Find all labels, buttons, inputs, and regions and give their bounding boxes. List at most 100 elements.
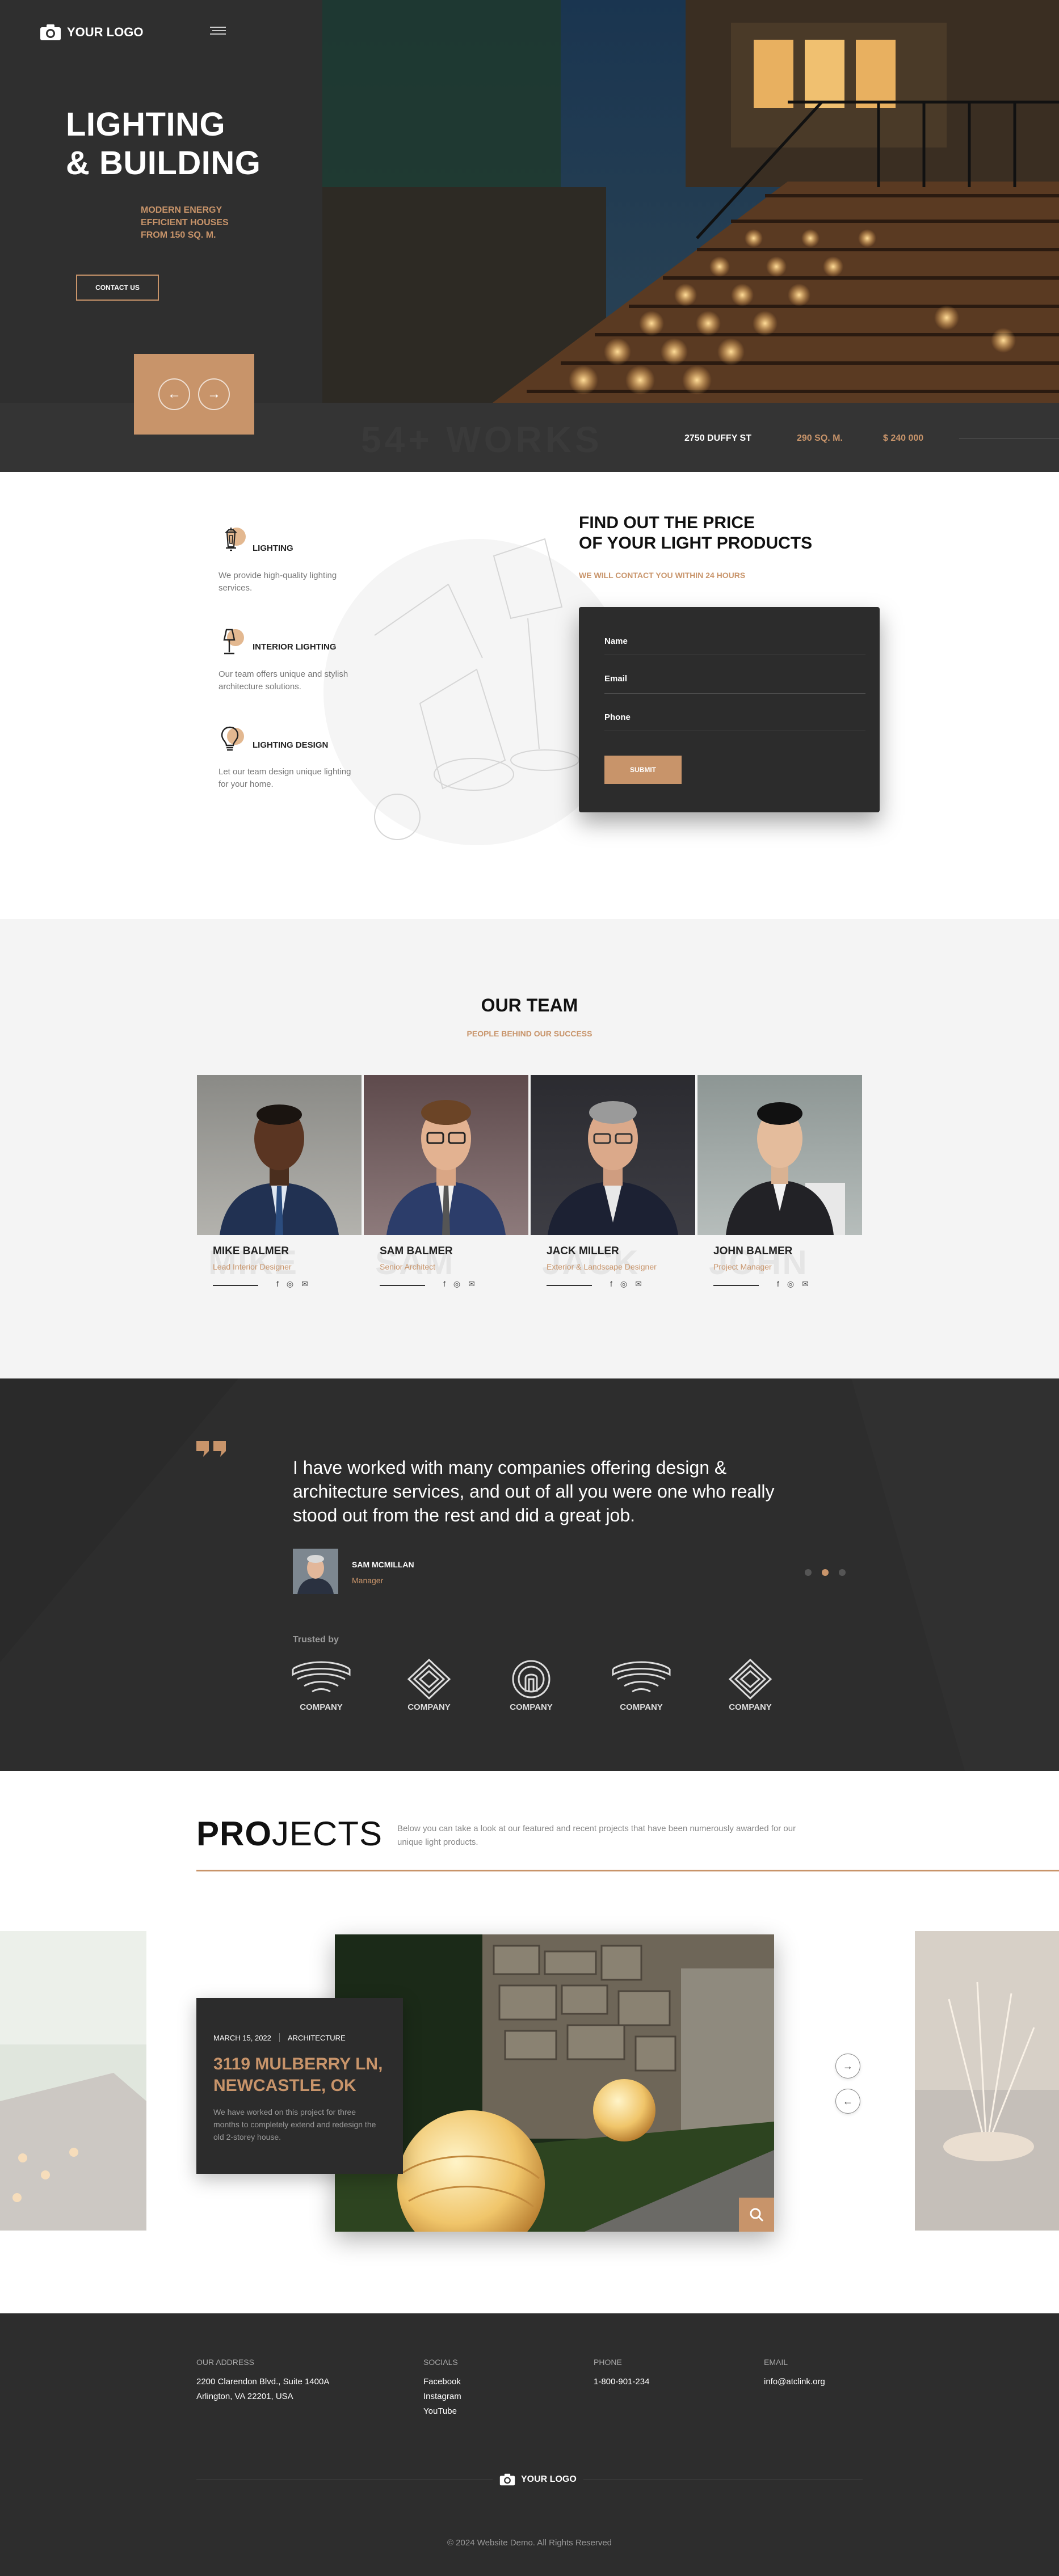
footer-socials: Facebook Instagram YouTube xyxy=(423,2375,461,2419)
footer-address-heading: OUR ADDRESS xyxy=(196,2358,254,2367)
pagination-dot-active[interactable] xyxy=(822,1569,829,1576)
project-info-card: MARCH 15, 2022 ARCHITECTURE 3119 MULBERR… xyxy=(196,1998,403,2174)
arrow-left-icon: ← xyxy=(843,2095,853,2107)
project-date: MARCH 15, 2022 xyxy=(213,2033,271,2042)
member-role: Senior Architect xyxy=(380,1262,436,1271)
service-text-design: Let our team design unique lighting for … xyxy=(218,767,351,789)
member-name: JOHN BALMER xyxy=(713,1245,793,1257)
service-item-design xyxy=(218,725,247,760)
footer-link-facebook[interactable]: Facebook xyxy=(423,2375,461,2389)
hero-subtitle-line1: MODERN ENERGY xyxy=(141,205,222,215)
member-photo xyxy=(697,1075,862,1235)
pagination-dot[interactable] xyxy=(805,1569,812,1576)
footer-phone-heading: PHONE xyxy=(594,2358,622,2367)
company-logo[interactable]: COMPANY xyxy=(499,1659,563,1712)
company-logo[interactable]: COMPANY xyxy=(289,1659,353,1712)
company-logo[interactable]: COMPANY xyxy=(718,1658,782,1712)
instagram-icon[interactable]: ◎ xyxy=(453,1279,460,1289)
email-icon[interactable]: ✉ xyxy=(468,1279,475,1289)
arrow-left-icon: ← xyxy=(167,386,181,402)
facebook-icon[interactable]: f xyxy=(443,1279,446,1289)
phone-field-label: Phone xyxy=(604,712,631,722)
hero-divider xyxy=(959,438,1059,439)
pagination-dot[interactable] xyxy=(839,1569,846,1576)
hero-price: $ 240 000 xyxy=(883,433,924,443)
contact-us-button[interactable]: CONTACT US xyxy=(76,275,159,301)
instagram-icon[interactable]: ◎ xyxy=(787,1279,794,1289)
member-divider xyxy=(380,1285,425,1286)
project-category: ARCHITECTURE xyxy=(287,2033,346,2042)
email-icon[interactable]: ✉ xyxy=(635,1279,642,1289)
footer-link-youtube[interactable]: YouTube xyxy=(423,2404,461,2419)
hero-title: LIGHTING & BUILDING xyxy=(66,106,260,183)
member-photo xyxy=(531,1075,695,1235)
email-field[interactable] xyxy=(604,693,865,694)
hero-area: 290 SQ. M. xyxy=(797,433,843,443)
member-role: Lead Interior Designer xyxy=(213,1262,292,1271)
hero-title-line1: LIGHTING xyxy=(66,106,226,143)
header-logo[interactable]: YOUR LOGO xyxy=(40,24,143,41)
service-item-interior xyxy=(218,626,247,661)
background-pattern xyxy=(0,1378,1059,1771)
submit-button[interactable]: SUBMIT xyxy=(604,756,682,784)
project-thumb-prev[interactable] xyxy=(0,1931,146,2231)
service-item-lighting xyxy=(218,524,247,559)
project-next-image xyxy=(915,1931,1059,2231)
team-member-card: MIKE MIKE BALMER Lead Interior Designer … xyxy=(197,1075,362,1288)
email-field-label: Email xyxy=(604,674,628,684)
company-logo[interactable]: COMPANY xyxy=(397,1658,461,1712)
member-socials: f ◎ ✉ xyxy=(443,1279,475,1289)
project-thumb-next[interactable] xyxy=(915,1931,1059,2231)
service-title-lighting: LIGHTING xyxy=(253,543,293,553)
portrait-image xyxy=(220,1104,339,1235)
projects-title-bold: PRO xyxy=(196,1815,272,1853)
project-zoom-button[interactable] xyxy=(739,2198,774,2232)
hero-prev-button[interactable]: ← xyxy=(158,378,190,410)
footer-email-heading: EMAIL xyxy=(764,2358,788,2367)
ribbon-logo-icon xyxy=(612,1661,671,1693)
company-logo[interactable]: COMPANY xyxy=(610,1659,673,1712)
member-socials: f ◎ ✉ xyxy=(777,1279,809,1289)
testimonial-section: I have worked with many companies offeri… xyxy=(0,1378,1059,1771)
hero-section: YOUR LOGO LIGHTING & BUILDING MODERN ENE… xyxy=(0,0,1059,472)
hero-subtitle-line2: EFFICIENT HOUSES xyxy=(141,218,229,227)
team-subtitle: PEOPLE BEHIND OUR SUCCESS xyxy=(467,1029,592,1038)
footer-logo[interactable]: YOUR LOGO xyxy=(493,2473,583,2486)
footer-link-instagram[interactable]: Instagram xyxy=(423,2389,461,2404)
hero-title-line2: & BUILDING xyxy=(66,145,261,182)
email-icon[interactable]: ✉ xyxy=(802,1279,809,1289)
footer: OUR ADDRESS 2200 Clarendon Blvd., Suite … xyxy=(0,2313,1059,2576)
hero-next-button[interactable]: → xyxy=(198,378,230,410)
project-name-line2: NEWCASTLE, OK xyxy=(213,2076,356,2095)
lightbulb-icon xyxy=(221,726,244,751)
project-prev-button[interactable]: ← xyxy=(835,2089,860,2114)
team-member-card: SAM SAM BALMER Senior Architect f ◎ ✉ xyxy=(364,1075,528,1288)
project-prev-image xyxy=(0,1931,146,2231)
company-name: COMPANY xyxy=(510,1702,553,1712)
email-icon[interactable]: ✉ xyxy=(301,1279,308,1289)
camera-icon xyxy=(40,24,61,40)
member-socials: f ◎ ✉ xyxy=(610,1279,642,1289)
member-socials: f ◎ ✉ xyxy=(276,1279,308,1289)
projects-title: PROJECTS xyxy=(196,1814,383,1853)
works-counter: 54+ WORKS xyxy=(361,419,603,460)
quote-icon xyxy=(196,1441,226,1457)
price-form-card: Name Email Phone SUBMIT xyxy=(579,607,880,812)
price-form-title: FIND OUT THE PRICE OF YOUR LIGHT PRODUCT… xyxy=(579,513,812,554)
instagram-icon[interactable]: ◎ xyxy=(620,1279,627,1289)
project-next-button[interactable]: → xyxy=(835,2054,860,2078)
arrow-right-icon: → xyxy=(843,2060,853,2072)
footer-email[interactable]: info@atclink.org xyxy=(764,2375,825,2389)
facebook-icon[interactable]: f xyxy=(276,1279,279,1289)
ribbon-logo-icon xyxy=(292,1661,351,1693)
portrait-image xyxy=(548,1101,678,1235)
facebook-icon[interactable]: f xyxy=(777,1279,779,1289)
facebook-icon[interactable]: f xyxy=(610,1279,612,1289)
projects-description: Below you can take a look at our feature… xyxy=(397,1824,796,1847)
service-text-lighting: We provide high-quality lighting service… xyxy=(218,571,337,593)
project-text: We have worked on this project for three… xyxy=(213,2107,376,2141)
trusted-by-label: Trusted by xyxy=(293,1635,339,1645)
instagram-icon[interactable]: ◎ xyxy=(287,1279,293,1289)
menu-icon[interactable] xyxy=(210,27,226,35)
footer-phone[interactable]: 1-800-901-234 xyxy=(594,2375,649,2389)
